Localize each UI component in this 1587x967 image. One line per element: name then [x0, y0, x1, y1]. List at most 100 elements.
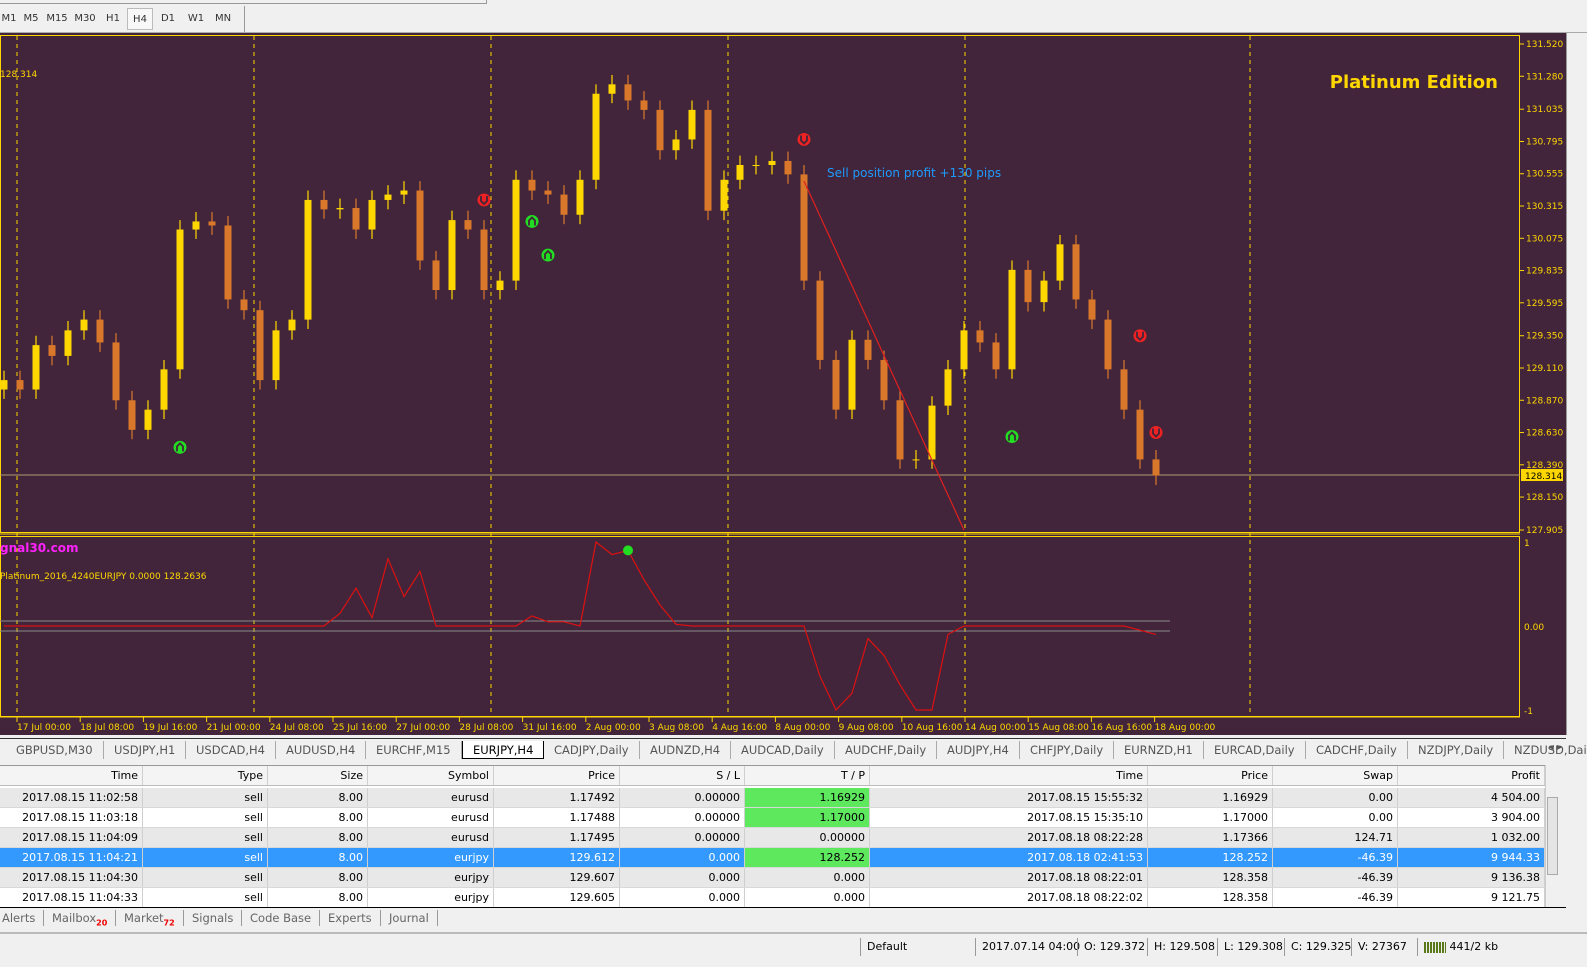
column-header[interactable]: Price [494, 766, 620, 785]
terminal-tab-market[interactable]: Market72 [116, 910, 184, 928]
candle [304, 190, 312, 330]
candle [736, 155, 744, 190]
candle [608, 74, 616, 104]
table-row[interactable]: 2017.08.15 11:04:33 sell 8.00 eurjpy 129.605… [0, 888, 1545, 908]
table-scrollbar-thumb[interactable] [1547, 797, 1558, 875]
buy-signal-arrow-icon [173, 440, 187, 454]
chart-tab-usdcad-h4[interactable]: USDCAD,H4 [186, 741, 276, 759]
timeframe-h4[interactable]: H4 [127, 8, 153, 30]
table-cell: 124.71 [1273, 828, 1398, 847]
table-row[interactable]: 2017.08.15 11:02:58 sell 8.00 eurusd 1.17492… [0, 788, 1545, 808]
chart-tab-audusd-h4[interactable]: AUDUSD,H4 [276, 741, 367, 759]
table-row[interactable]: 2017.08.15 11:04:30 sell 8.00 eurjpy 129.607… [0, 868, 1545, 888]
table-cell: 129.612 [494, 848, 620, 867]
terminal-tab-experts[interactable]: Experts [320, 910, 381, 926]
column-header[interactable]: Time [0, 766, 143, 785]
terminal-tab-mailbox[interactable]: Mailbox20 [44, 910, 117, 927]
terminal-tab-signals[interactable]: Signals [184, 910, 243, 926]
candle [640, 91, 648, 120]
table-cell: 2017.08.18 08:22:02 [870, 888, 1148, 907]
table-cell: 128.358 [1148, 868, 1273, 887]
table-row[interactable]: 2017.08.15 11:04:21 sell 8.00 eurjpy 129.612… [0, 848, 1545, 868]
timeframe-d1[interactable]: D1 [155, 8, 181, 30]
price-tick-label: 129.835 [1526, 267, 1563, 277]
table-row[interactable]: 2017.08.15 11:04:09 sell 8.00 eurusd 1.17495… [0, 828, 1545, 848]
trade-history-table: Time Type Size Symbol Price S / LT / P Time Pri… [0, 765, 1560, 908]
column-header[interactable]: T / P [745, 766, 870, 785]
column-header[interactable]: Type [143, 766, 268, 785]
column-header[interactable]: Profit [1398, 766, 1545, 785]
toolbar-separator [244, 6, 245, 32]
timeframe-m5[interactable]: M5 [18, 8, 44, 30]
time-tick-label: 4 Aug 16:00 [712, 723, 767, 733]
table-cell: 129.605 [494, 888, 620, 907]
table-row[interactable]: 2017.08.15 11:03:18 sell 8.00 eurusd 1.17488… [0, 808, 1545, 828]
sell-signal-arrow-icon [797, 132, 811, 146]
candle [768, 151, 776, 175]
table-cell: 0.00000 [620, 808, 745, 827]
column-header[interactable]: S / L [620, 766, 745, 785]
chart-tab-audjpy-h4[interactable]: AUDJPY,H4 [937, 741, 1020, 759]
candle [448, 210, 456, 300]
timeframe-m15[interactable]: M15 [44, 8, 70, 30]
terminal-tab-alerts[interactable]: Alerts [0, 910, 45, 926]
timeframe-w1[interactable]: W1 [183, 8, 209, 30]
chart-tab-usdjpy-h1[interactable]: USDJPY,H1 [104, 741, 187, 759]
chart-tab-gbpusd-m30[interactable]: GBPUSD,M30 [6, 741, 104, 759]
candle [384, 185, 392, 210]
candle [864, 330, 872, 370]
candle [1104, 310, 1112, 379]
candle [896, 390, 904, 469]
terminal-tab-code-base[interactable]: Code Base [242, 910, 321, 926]
chart-tab-audnzd-h4[interactable]: AUDNZD,H4 [640, 741, 732, 759]
table-cell: 1.17488 [494, 808, 620, 827]
connection-icon [1424, 941, 1446, 953]
chart-tab-audchf-daily[interactable]: AUDCHF,Daily [835, 741, 938, 759]
candle [912, 450, 920, 469]
timeframe-h1[interactable]: H1 [100, 8, 126, 30]
tab-badge: 72 [163, 918, 175, 928]
price-tick-label: 129.110 [1526, 364, 1563, 374]
chart-tab-chfjpy-daily[interactable]: CHFJPY,Daily [1020, 741, 1115, 759]
chart-tab-eurjpy-h4[interactable]: EURJPY,H4 [462, 741, 545, 759]
candle [656, 100, 664, 160]
candle [624, 74, 632, 110]
buy-signal-arrow-icon [525, 214, 539, 228]
candle [336, 198, 344, 219]
terminal-tab-journal[interactable]: Journal [381, 910, 438, 926]
column-header[interactable]: Time [870, 766, 1148, 785]
table-cell: 8.00 [268, 868, 368, 887]
chart-tab-audcad-daily[interactable]: AUDCAD,Daily [731, 741, 835, 759]
chart-tab-cadjpy-daily[interactable]: CADJPY,Daily [544, 741, 640, 759]
table-cell: 2017.08.18 02:41:53 [870, 848, 1148, 867]
timeframe-mn[interactable]: MN [210, 8, 236, 30]
terminal-tabs: Alerts Mailbox20 Market72 Signals Code Base E… [0, 907, 1566, 927]
chart-tab-nzdjpy-daily[interactable]: NZDJPY,Daily [1408, 741, 1505, 759]
column-header[interactable]: Size [268, 766, 368, 785]
table-cell: 2017.08.15 11:04:33 [0, 888, 143, 907]
chart-tab-nzdusd-daily[interactable]: NZDUSD,Daily [1504, 741, 1587, 759]
column-header[interactable]: Price [1148, 766, 1273, 785]
chart-tab-cadchf-daily[interactable]: CADCHF,Daily [1306, 741, 1408, 759]
time-tick-label: 10 Aug 16:00 [902, 723, 963, 733]
price-chart[interactable]: 131.520 131.280 131.035 130.795 130.555 130.3… [0, 33, 1566, 735]
status-high: H: 129.508 [1147, 938, 1217, 956]
table-cell: 129.607 [494, 868, 620, 887]
edition-label: Platinum Edition [1329, 72, 1498, 93]
candle [880, 350, 888, 410]
table-cell: 128.252 [1148, 848, 1273, 867]
timeframe-m30[interactable]: M30 [72, 8, 98, 30]
chart-tab-eurchf-m15[interactable]: EURCHF,M15 [366, 741, 462, 759]
tab-scroll-arrows[interactable]: ◂ ▸ [1549, 742, 1562, 753]
chart-tab-eurcad-daily[interactable]: EURCAD,Daily [1204, 741, 1306, 759]
candle [816, 271, 824, 370]
candle [1152, 450, 1160, 485]
column-header[interactable]: Symbol [368, 766, 494, 785]
candle [704, 100, 712, 221]
chart-tab-eurnzd-h1[interactable]: EURNZD,H1 [1114, 741, 1204, 759]
candle [32, 335, 40, 399]
table-cell: 1.17495 [494, 828, 620, 847]
table-cell: 2017.08.15 15:35:10 [870, 808, 1148, 827]
price-tick-label: 129.350 [1526, 332, 1563, 342]
column-header[interactable]: Swap [1273, 766, 1398, 785]
